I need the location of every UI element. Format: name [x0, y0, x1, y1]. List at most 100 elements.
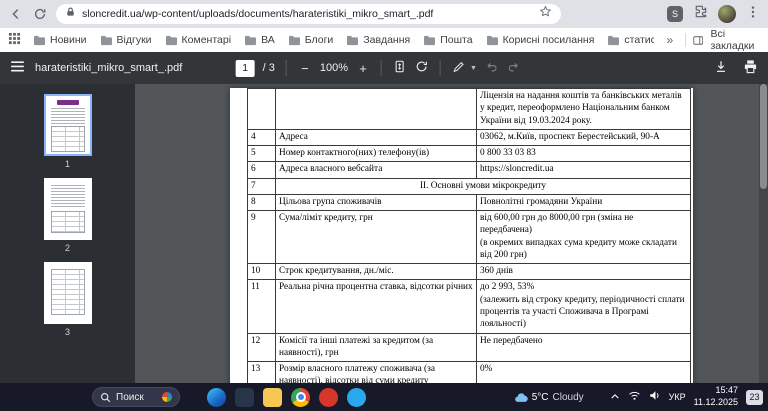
- bookmark-label: Блоги: [304, 34, 334, 46]
- bookmark-item[interactable]: Коментарі: [165, 34, 231, 46]
- row-number-cell: [247, 88, 276, 130]
- browser-menu-icon[interactable]: [746, 5, 760, 24]
- vertical-scrollbar[interactable]: [759, 84, 768, 383]
- page-thumbnail[interactable]: [43, 94, 92, 156]
- row-number-cell: 7: [247, 177, 276, 195]
- table-row: 10 Строк кредитування, дн./міс. 360 днів: [247, 263, 691, 281]
- notification-count-badge[interactable]: 23: [746, 389, 763, 405]
- profile-avatar[interactable]: [718, 5, 736, 23]
- page-number-input[interactable]: 1: [235, 59, 255, 77]
- row-number-cell: 12: [247, 332, 276, 363]
- document-table: Ліцензія на надання коштів та банківськи…: [247, 88, 691, 383]
- bookmark-item[interactable]: Корисні посилання: [486, 34, 595, 46]
- row-value-cell: 360 днів: [476, 263, 691, 281]
- row-number-cell: 5: [247, 145, 276, 163]
- row-number-cell: 6: [247, 161, 276, 179]
- bookmark-item[interactable]: Блоги: [288, 34, 334, 46]
- pdf-filename: harateristiki_mikro_smart_.pdf: [35, 62, 183, 74]
- language-indicator[interactable]: УКР: [669, 392, 686, 402]
- pdf-controls: 1 / 3 − 100% + ▼: [235, 59, 521, 77]
- row-label-cell: Цільова група споживачів: [275, 193, 477, 212]
- taskbar-clock[interactable]: 15:47 11.12.2025: [694, 385, 738, 408]
- bookmark-label: Пошта: [440, 34, 473, 46]
- annotate-caret-icon[interactable]: ▼: [470, 65, 477, 72]
- volume-icon[interactable]: [649, 388, 661, 406]
- opera-icon[interactable]: [319, 387, 338, 407]
- row-label-cell: [275, 88, 477, 130]
- reload-icon[interactable]: [32, 6, 48, 22]
- table-row: 4 Адреса 03062, м.Київ, проспект Берестейс…: [247, 128, 691, 147]
- pinned-extension-icon[interactable]: S: [667, 6, 683, 22]
- edge-icon[interactable]: [207, 387, 226, 407]
- apps-grid-icon[interactable]: [8, 32, 21, 48]
- chrome-icon[interactable]: [291, 387, 310, 407]
- outlook-icon[interactable]: [235, 387, 254, 407]
- table-row: Ліцензія на надання коштів та банківськи…: [247, 88, 691, 130]
- print-icon[interactable]: [743, 59, 758, 77]
- address-bar[interactable]: sloncredit.ua/wp-content/uploads/documen…: [56, 4, 561, 24]
- download-icon[interactable]: [714, 59, 728, 77]
- weather-condition: Cloudy: [552, 391, 584, 403]
- bookmark-star-icon[interactable]: [539, 5, 552, 23]
- row-label-cell: Адреса власного вебсайта: [275, 161, 477, 179]
- telegram-icon[interactable]: [347, 387, 366, 407]
- row-label-cell: Розмір власного платежу споживача (за на…: [275, 361, 477, 383]
- row-value-cell: 0%: [476, 361, 691, 383]
- extensions-puzzle-icon[interactable]: [693, 4, 708, 24]
- thumbnail-page-number: 3: [64, 327, 70, 337]
- taskbar: Поиск 5°C Cloudy УКР 15:47 11.12.2025 23: [0, 383, 768, 411]
- row-value-cell: до 2 993, 53% (залежить від строку креди…: [476, 279, 691, 334]
- row-value-cell: 03062, м.Київ, проспект Берестейський, 9…: [476, 128, 691, 147]
- network-icon[interactable]: [628, 388, 641, 406]
- page-thumbnail[interactable]: [43, 262, 92, 324]
- row-number-cell: 4: [247, 128, 276, 147]
- weather-widget[interactable]: 5°C Cloudy: [514, 392, 584, 403]
- zoom-out-button[interactable]: −: [298, 61, 312, 76]
- folder-icon: [347, 35, 359, 45]
- file-explorer-icon[interactable]: [263, 387, 282, 407]
- bookmark-item[interactable]: Пошта: [423, 34, 473, 46]
- cloud-icon: [514, 392, 528, 402]
- table-row: 9 Сума/ліміт кредиту, грн від 600,00 грн д…: [247, 210, 691, 265]
- row-number-cell: 13: [247, 361, 276, 383]
- thumb-grid: [50, 269, 85, 315]
- weather-temp: 5°C: [531, 391, 549, 403]
- bookmark-label: статистика по нов...: [624, 34, 655, 46]
- clock-date: 11.12.2025: [693, 397, 738, 407]
- bookmark-label: Відгуки: [116, 34, 152, 46]
- row-label-cell: Адреса: [275, 128, 477, 147]
- table-row: 11 Реальна річна процентна ставка, відсот…: [247, 279, 691, 334]
- row-value-cell: Ліцензія на надання коштів та банківськи…: [476, 88, 691, 130]
- all-bookmarks-label: Всі закладки: [710, 28, 755, 52]
- bookmark-item[interactable]: ВА: [244, 34, 275, 46]
- page-thumbnail[interactable]: [43, 178, 92, 240]
- annotate-pen-icon[interactable]: [452, 60, 466, 77]
- bookmarks-bar: Новини Відгуки Коментарі ВА Блоги Завдання Пош…: [0, 28, 768, 52]
- lock-icon: [65, 5, 76, 23]
- bookmark-label: Корисні посилання: [502, 34, 595, 46]
- bookmarks-overflow-icon[interactable]: »: [666, 33, 673, 47]
- fit-page-icon[interactable]: [393, 59, 407, 77]
- zoom-level: 100%: [319, 62, 349, 74]
- all-bookmarks[interactable]: Всі закладки: [685, 28, 760, 52]
- bookmark-item[interactable]: Новини: [33, 34, 87, 46]
- bookmark-label: Новини: [50, 34, 87, 46]
- table-row: 6 Адреса власного вебсайта https://sloncre…: [247, 161, 691, 179]
- back-icon[interactable]: [8, 6, 24, 22]
- rotate-icon[interactable]: [415, 59, 429, 77]
- tray-chevron-up-icon[interactable]: [610, 388, 620, 406]
- bookmark-item[interactable]: статистика по нов...: [607, 34, 654, 46]
- taskbar-search[interactable]: Поиск: [92, 387, 180, 407]
- thumb-lines: [50, 108, 85, 124]
- pdf-menu-icon[interactable]: [10, 60, 25, 76]
- bookmark-label: Завдання: [363, 34, 411, 46]
- bookmark-item[interactable]: Завдання: [346, 34, 410, 46]
- row-number-cell: 11: [247, 279, 276, 334]
- row-label-cell: Номер контактного(них) телефону(ів): [275, 145, 477, 163]
- side-panel-icon: [693, 35, 704, 45]
- zoom-in-button[interactable]: +: [356, 61, 370, 76]
- row-label-cell: Реальна річна процентна ставка, відсотки…: [275, 279, 477, 334]
- bookmark-item[interactable]: Відгуки: [100, 34, 152, 46]
- redo-icon: [507, 60, 521, 76]
- scrollbar-thumb[interactable]: [760, 84, 767, 189]
